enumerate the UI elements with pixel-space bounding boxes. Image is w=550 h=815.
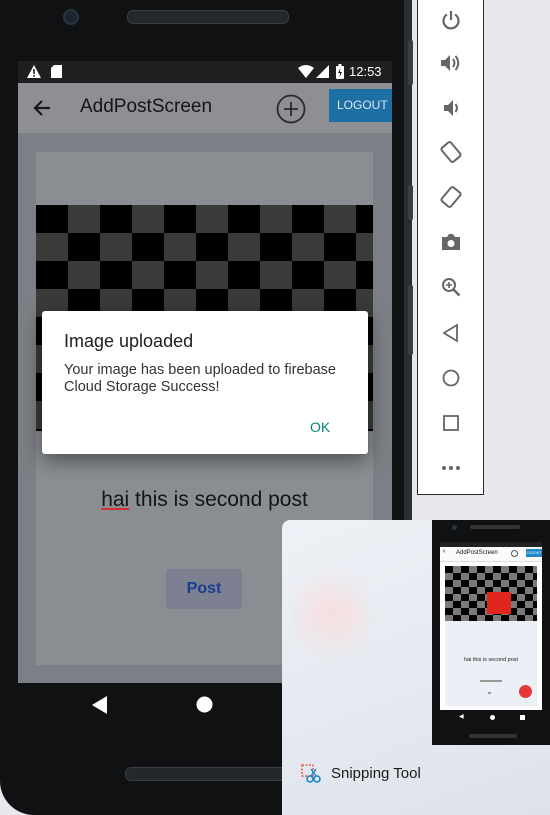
- dialog-message: Your image has been uploaded to firebase…: [64, 362, 336, 395]
- app-bar: AddPostScreen LOGOUT: [18, 83, 392, 133]
- zoom-icon[interactable]: [418, 267, 483, 307]
- warning-icon: [27, 65, 41, 78]
- logout-button[interactable]: LOGOUT: [329, 89, 392, 122]
- dialog-title: Image uploaded: [64, 331, 194, 351]
- snipping-tool-label: Snipping Tool: [331, 765, 421, 782]
- thumb-camera: [452, 525, 457, 530]
- wifi-icon: [298, 65, 314, 78]
- nav-back-icon[interactable]: [92, 696, 108, 714]
- phone-side-button: [408, 185, 413, 220]
- thumb-red-square: [487, 592, 511, 614]
- thumb-small-text: [480, 680, 502, 682]
- snipping-tool-popup[interactable]: ‹ AddPostScreen LOGOUT hai this is secon…: [282, 520, 550, 815]
- rotate-right-icon[interactable]: [418, 177, 483, 217]
- caption-rest: this is second post: [129, 488, 308, 511]
- post-button[interactable]: Post: [166, 569, 242, 609]
- thumb-title: AddPostScreen: [456, 550, 498, 556]
- thumb-app-bar: ‹ AddPostScreen LOGOUT: [440, 547, 542, 562]
- back-arrow-icon[interactable]: [33, 99, 51, 117]
- status-time: 12:53: [349, 64, 382, 79]
- thumb-back-icon: ‹: [443, 548, 446, 555]
- more-icon[interactable]: [418, 448, 483, 488]
- thumb-nav-back: ◀: [459, 714, 464, 720]
- thumb-post-text: [488, 692, 491, 694]
- nav-home-icon[interactable]: [196, 696, 213, 713]
- snipping-tool-icon: [301, 764, 321, 783]
- emulator-toolbar: [417, 0, 484, 495]
- power-icon[interactable]: [418, 0, 483, 40]
- top-speaker: [127, 10, 289, 24]
- thumb-bottom-speaker: [469, 734, 517, 738]
- thumb-fab: [519, 685, 532, 698]
- thumb-speaker: [470, 525, 520, 529]
- thumb-caption: hai this is second post: [463, 657, 519, 663]
- front-camera: [63, 9, 79, 25]
- caption-misspelled-word: hai: [101, 488, 130, 511]
- screenshot-thumbnail[interactable]: ‹ AddPostScreen LOGOUT hai this is secon…: [432, 520, 550, 745]
- caption-text: hai this is second post: [36, 488, 373, 512]
- overview-icon[interactable]: [418, 403, 483, 443]
- phone-side-button: [408, 285, 413, 355]
- camera-icon[interactable]: [418, 222, 483, 262]
- rotate-left-icon[interactable]: [418, 132, 483, 172]
- alert-dialog: Image uploaded Your image has been uploa…: [42, 311, 368, 454]
- back-icon[interactable]: [418, 313, 483, 353]
- dialog-ok-button[interactable]: OK: [310, 419, 330, 435]
- thumb-nav-bar: ◀: [432, 712, 550, 726]
- thumb-nav-home: [490, 715, 495, 720]
- thumb-screen: ‹ AddPostScreen LOGOUT hai this is secon…: [440, 542, 542, 710]
- add-circle-icon[interactable]: [276, 94, 306, 124]
- home-icon[interactable]: [418, 358, 483, 398]
- battery-icon: [336, 64, 344, 79]
- popup-glow: [292, 560, 372, 670]
- app-title: AddPostScreen: [80, 96, 213, 117]
- cell-signal-icon: [316, 65, 329, 78]
- bottom-speaker: [125, 767, 289, 781]
- sd-card-icon: [51, 65, 62, 78]
- thumb-add-icon: [511, 550, 518, 557]
- volume-down-icon[interactable]: [418, 88, 483, 128]
- thumb-nav-overview: [520, 715, 525, 720]
- status-bar: 12:53: [18, 61, 392, 83]
- volume-up-icon[interactable]: [418, 43, 483, 83]
- thumb-logout: LOGOUT: [526, 549, 542, 557]
- phone-side-button: [408, 40, 413, 85]
